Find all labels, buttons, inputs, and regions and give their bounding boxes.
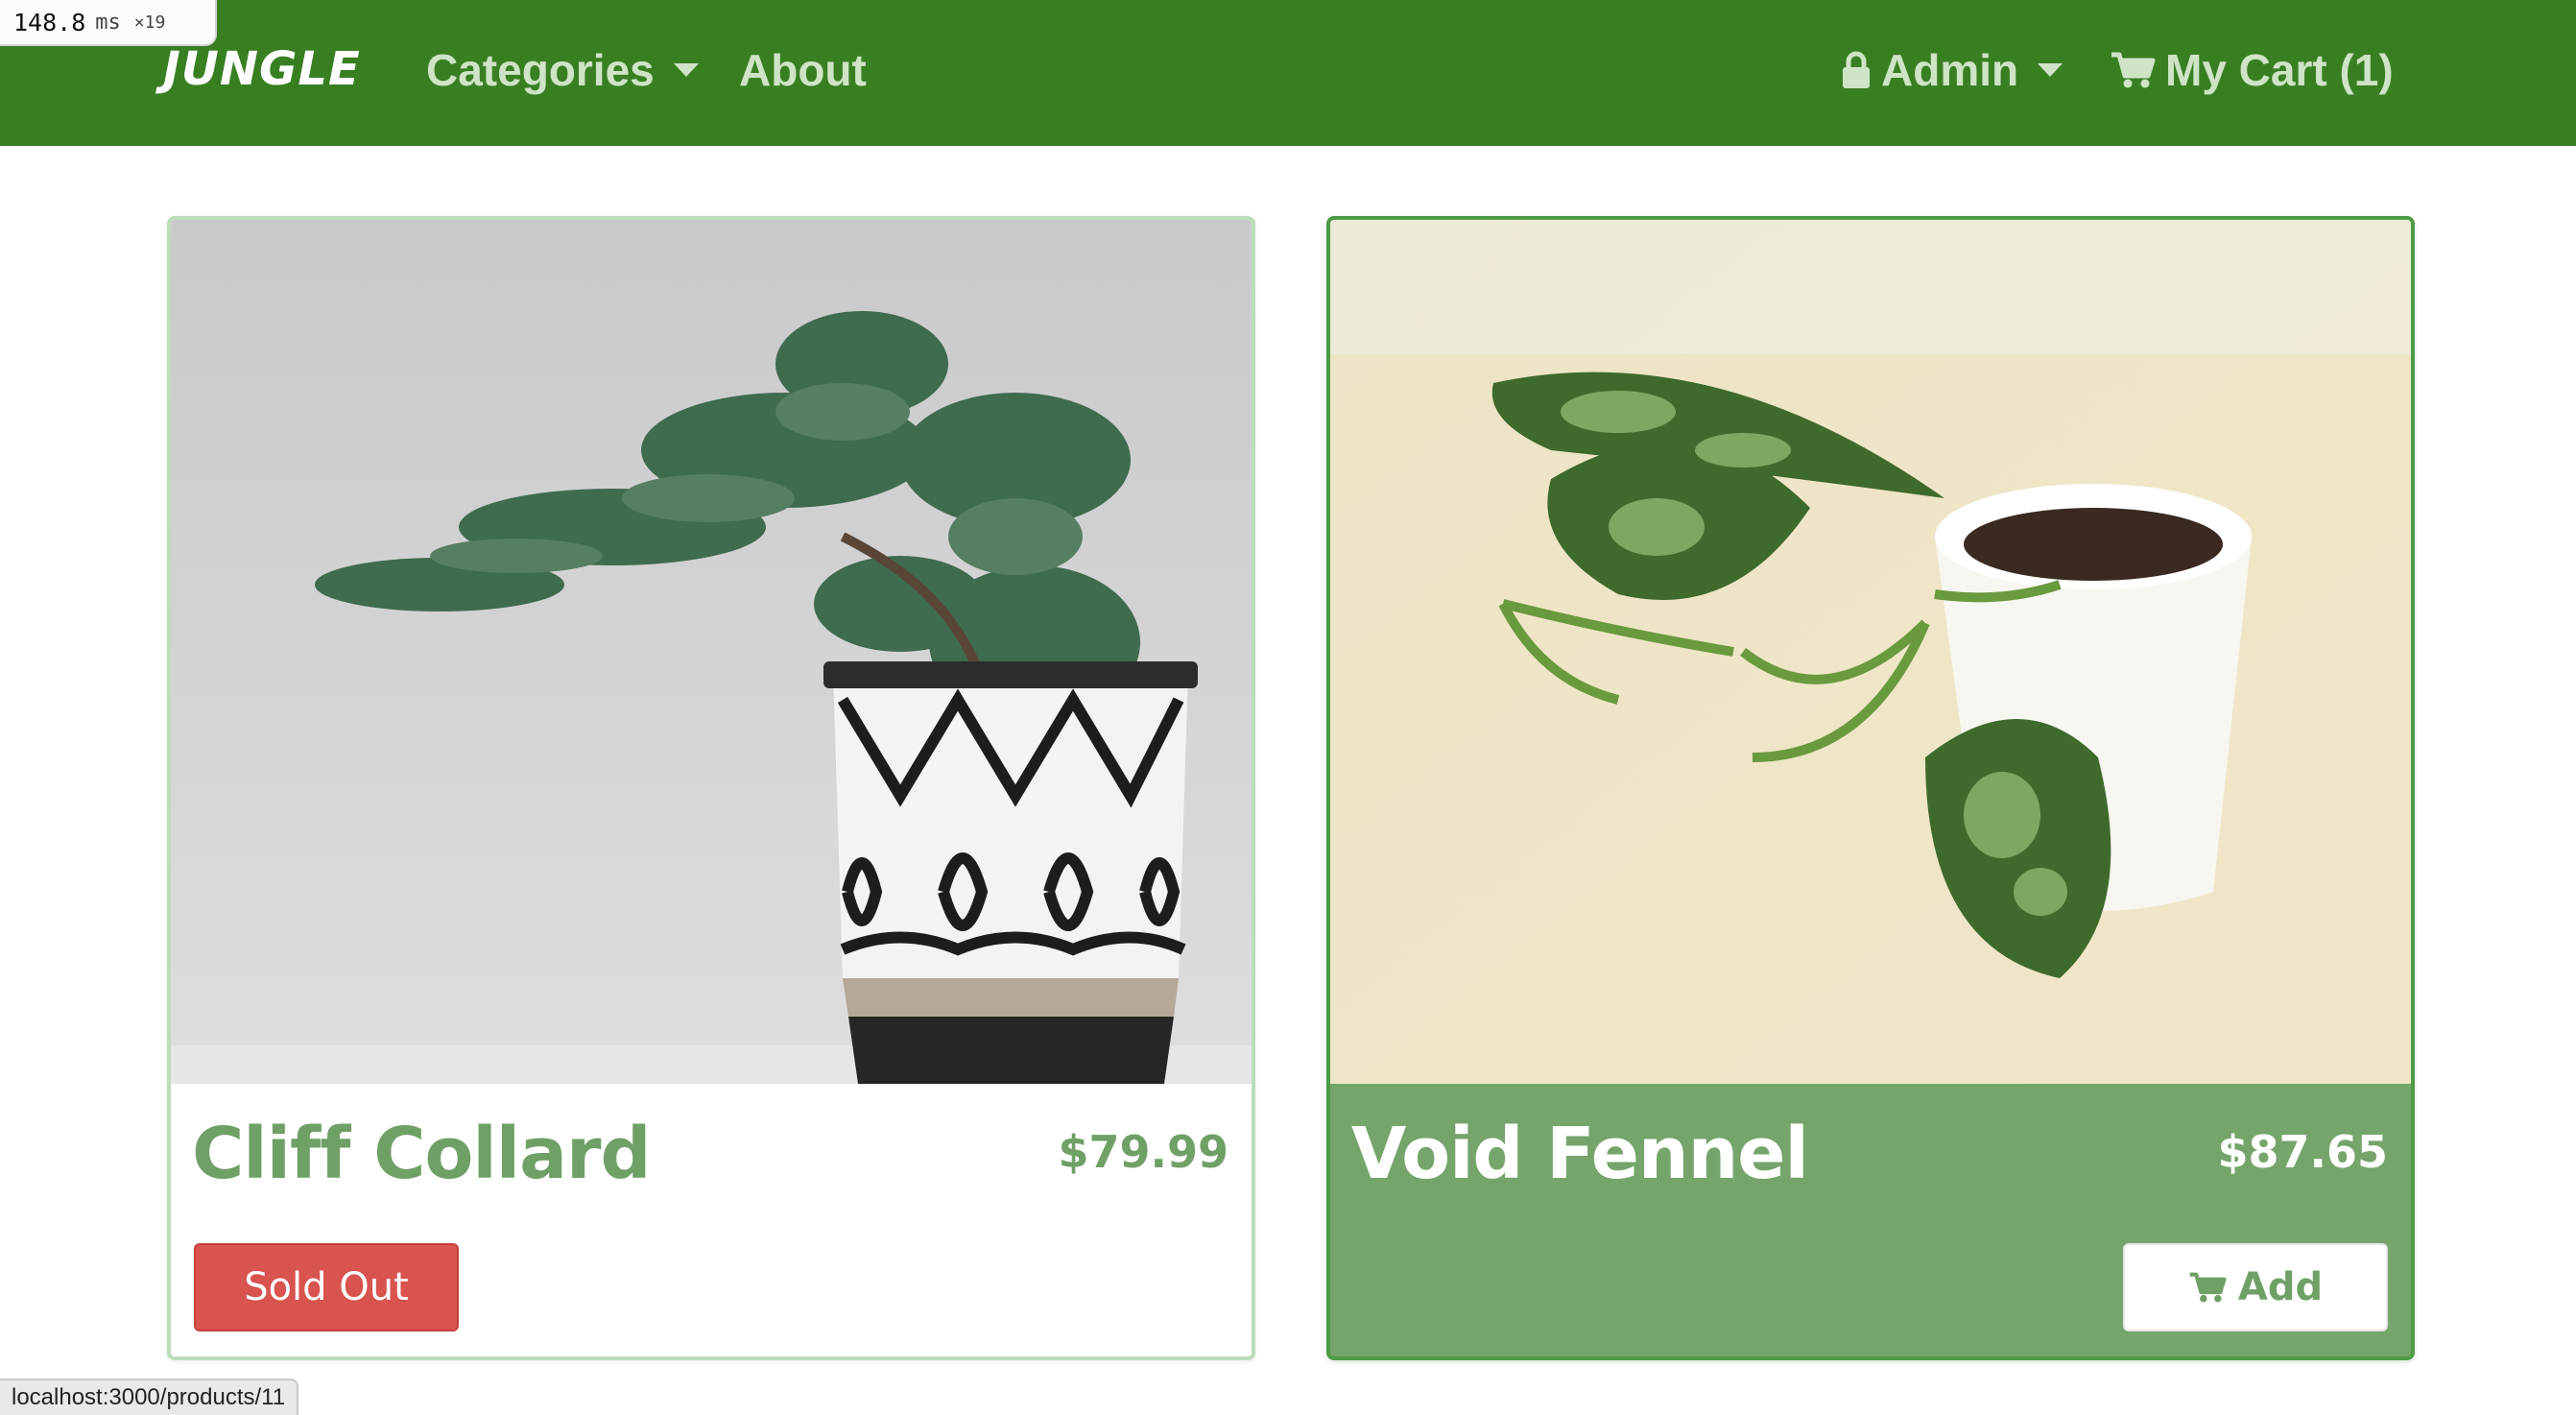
about-link[interactable]: About xyxy=(739,44,867,96)
admin-dropdown[interactable]: Admin xyxy=(1841,44,2063,96)
status-url-bar: localhost:3000/products/11 xyxy=(0,1379,299,1415)
status-url: localhost:3000/products/11 xyxy=(12,1384,286,1410)
brand-logo[interactable]: JUNGLE xyxy=(163,42,361,96)
cart-icon xyxy=(2111,52,2156,88)
product-price: $79.99 xyxy=(1058,1126,1228,1178)
cart-label: My Cart (1) xyxy=(2165,45,2394,95)
product-card[interactable]: Void Fennel $87.65 Add xyxy=(1326,216,2415,1360)
perf-multiplier: ×19 xyxy=(133,12,166,33)
product-image-pothos[interactable] xyxy=(1330,220,2411,1084)
add-to-cart-button[interactable]: Add xyxy=(2123,1243,2388,1331)
add-label: Add xyxy=(2237,1265,2324,1309)
navbar: JUNGLE Categories About Admin My Cart (1… xyxy=(0,0,2576,146)
admin-label: Admin xyxy=(1881,45,2019,95)
perf-value: 148.8 xyxy=(13,8,86,36)
cart-icon xyxy=(2189,1272,2227,1303)
product-card[interactable]: Cliff Collard $79.99 Sold Out xyxy=(167,216,1255,1360)
categories-dropdown[interactable]: Categories xyxy=(426,44,699,96)
product-name[interactable]: Cliff Collard xyxy=(192,1113,651,1195)
my-cart-link[interactable]: My Cart (1) xyxy=(2110,44,2394,96)
product-image-bonsai[interactable] xyxy=(171,220,1252,1084)
caret-down-icon xyxy=(2038,63,2063,77)
categories-label: Categories xyxy=(426,45,655,95)
product-name[interactable]: Void Fennel xyxy=(1351,1113,1809,1195)
perf-unit: ms xyxy=(95,10,121,35)
sold-out-button: Sold Out xyxy=(194,1243,459,1331)
product-price: $87.65 xyxy=(2217,1126,2388,1178)
lock-icon xyxy=(1843,51,1870,88)
about-label: About xyxy=(739,45,867,95)
caret-down-icon xyxy=(673,63,699,77)
sold-out-label: Sold Out xyxy=(244,1265,409,1309)
perf-overlay: 148.8 ms ×19 xyxy=(0,0,217,46)
